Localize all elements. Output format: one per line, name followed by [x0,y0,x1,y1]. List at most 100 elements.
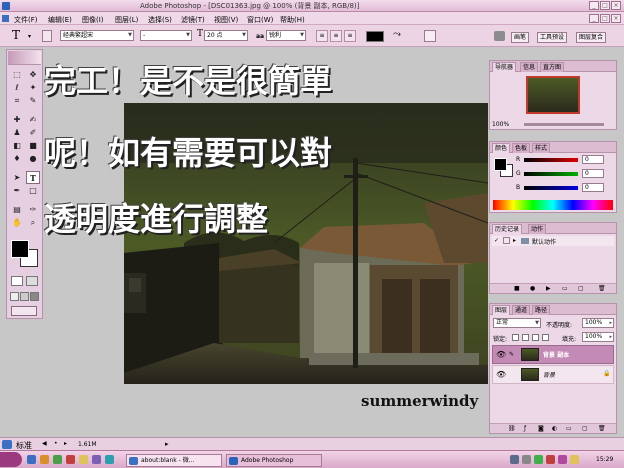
shape-tool-icon[interactable]: □ [26,184,40,197]
doc-minimize-button[interactable]: _ [589,14,599,23]
layer-mask-icon[interactable]: ◙ [538,425,544,432]
menu-image[interactable]: 图像(I) [82,15,104,25]
brush-tool-icon[interactable]: ✍ [26,113,40,126]
screen-mode-full-menu-icon[interactable] [20,292,29,301]
tab-paths[interactable]: 路径 [532,305,551,315]
eraser-tool-icon[interactable]: ◧ [10,139,24,152]
lock-all-icon[interactable] [542,334,549,341]
status-page-icon[interactable]: ▸ [64,440,67,447]
blur-tool-icon[interactable]: ♦ [10,152,24,165]
tray-chat-icon[interactable] [534,455,543,464]
history-row[interactable]: ✓ ▸ 默认动作 [492,236,614,246]
maximize-button[interactable]: □ [600,1,610,10]
navigator-thumbnail[interactable] [526,76,580,114]
crop-tool-icon[interactable]: ⌗ [10,94,24,107]
notes-tool-icon[interactable]: ▤ [10,203,24,216]
font-family-select[interactable]: 经典繁超宋 ▼ [60,30,134,41]
clone-stamp-tool-icon[interactable]: ♟ [10,126,24,139]
align-center-button[interactable]: ≡ [330,30,342,42]
eyedropper-tool-icon[interactable]: ✑ [26,203,40,216]
menu-layer[interactable]: 图层(L) [115,15,138,25]
tray-network-icon[interactable] [510,455,519,464]
dialog-toggle-icon[interactable] [503,237,510,244]
file-browser-icon[interactable] [494,31,505,41]
foreground-color-swatch[interactable] [11,240,29,258]
orientation-toggle-icon[interactable] [42,30,52,42]
palettes-toggle-icon[interactable] [424,30,436,42]
doc-close-button[interactable]: × [611,14,621,23]
pen-tool-icon[interactable]: ✒ [10,184,24,197]
close-button[interactable]: × [611,1,621,10]
quicklaunch-folder-icon[interactable] [79,455,88,464]
color-spectrum-ramp[interactable] [493,200,613,210]
expand-arrow-icon[interactable]: ▸ [513,237,516,244]
preset-dropdown-arrow[interactable]: ▾ [28,33,31,40]
palette-well-layer-comps[interactable]: 图层复合 [576,32,607,43]
start-button[interactable] [0,452,22,467]
layer-row-bg-copy[interactable]: 👁 ✎ 背景 副本 [492,345,614,364]
lasso-tool-icon[interactable]: ℓ [10,81,24,94]
marquee-tool-icon[interactable]: ⬚ [10,68,24,81]
new-action-icon[interactable]: ▢ [578,285,584,292]
tab-styles[interactable]: 样式 [532,143,551,153]
layer-name[interactable]: 背景 [543,370,555,379]
navigator-zoom-value[interactable]: 100% [492,121,509,128]
zoom-tool-icon[interactable]: ⌕ [26,216,40,229]
type-tool-icon[interactable]: T [26,171,40,184]
delete-layer-icon[interactable]: 🗑 [598,425,606,432]
tray-app-icon[interactable] [558,455,567,464]
blend-mode-select[interactable]: 正常 ▼ [493,318,541,328]
eye-icon[interactable]: 👁 [496,350,506,359]
palette-well-brushes[interactable]: 画笔 [511,32,530,43]
magic-wand-tool-icon[interactable]: ✦ [26,81,40,94]
screen-mode-standard-icon[interactable] [10,292,19,301]
channel-b-slider[interactable] [524,186,578,190]
align-right-button[interactable]: ≡ [344,30,356,42]
tray-volume-icon[interactable] [522,455,531,464]
menu-window[interactable]: 窗口(W) [247,15,273,25]
fill-input[interactable]: 100% ▸ [582,332,614,342]
lock-position-icon[interactable] [532,334,539,341]
stop-icon[interactable]: ■ [514,285,520,292]
menu-file[interactable]: 文件(F) [14,15,38,25]
menu-help[interactable]: 帮助(H) [280,15,305,25]
opacity-input[interactable]: 100% ▸ [582,318,614,328]
font-style-select[interactable]: - ▼ [140,30,192,41]
quickmask-mode-icon[interactable] [26,276,38,286]
status-scroll-arrow-icon[interactable]: ▸ [165,440,169,448]
new-group-icon[interactable]: ▭ [566,425,572,432]
jump-to-imageready-icon[interactable] [11,306,37,316]
antialias-select[interactable]: 锐利 ▼ [266,30,306,41]
lock-image-icon[interactable] [522,334,529,341]
new-layer-icon[interactable]: ▢ [582,425,588,432]
eye-icon[interactable]: 👁 [496,370,506,379]
lock-transparency-icon[interactable] [512,334,519,341]
align-left-button[interactable]: ≡ [316,30,328,42]
quicklaunch-desktop-icon[interactable] [53,455,62,464]
history-brush-tool-icon[interactable]: ✐ [26,126,40,139]
navigator-zoom-slider[interactable] [524,123,604,126]
quicklaunch-mail-icon[interactable] [40,455,49,464]
link-layers-icon[interactable]: ⛓ [508,425,516,432]
slice-tool-icon[interactable]: ✎ [26,94,40,107]
panel-foreground-swatch[interactable] [494,158,507,171]
text-color-swatch[interactable] [366,31,384,42]
palette-well-tool-presets[interactable]: 工具预设 [537,32,568,43]
taskbar-item-browser[interactable]: about:blank - 微... [126,454,222,467]
channel-b-value[interactable]: 0 [582,183,604,192]
tray-security-icon[interactable] [546,455,555,464]
status-bullet-icon[interactable]: • [54,440,58,447]
quicklaunch-media-icon[interactable] [66,455,75,464]
channel-r-value[interactable]: 0 [582,155,604,164]
dodge-tool-icon[interactable]: ● [26,152,40,165]
standard-mode-icon[interactable] [11,276,23,286]
hand-tool-icon[interactable]: ✋ [10,216,24,229]
taskbar-clock[interactable]: 15:29 [596,456,613,463]
tab-history[interactable]: 历史记录 [492,224,523,234]
move-tool-icon[interactable]: ✥ [26,68,40,81]
quicklaunch-extra-icon[interactable] [105,455,114,464]
play-icon[interactable]: ▶ [546,285,551,292]
path-selection-tool-icon[interactable]: ➤ [10,171,24,184]
screen-mode-full-icon[interactable] [30,292,39,301]
warp-text-icon[interactable]: ⤳ [393,29,401,40]
